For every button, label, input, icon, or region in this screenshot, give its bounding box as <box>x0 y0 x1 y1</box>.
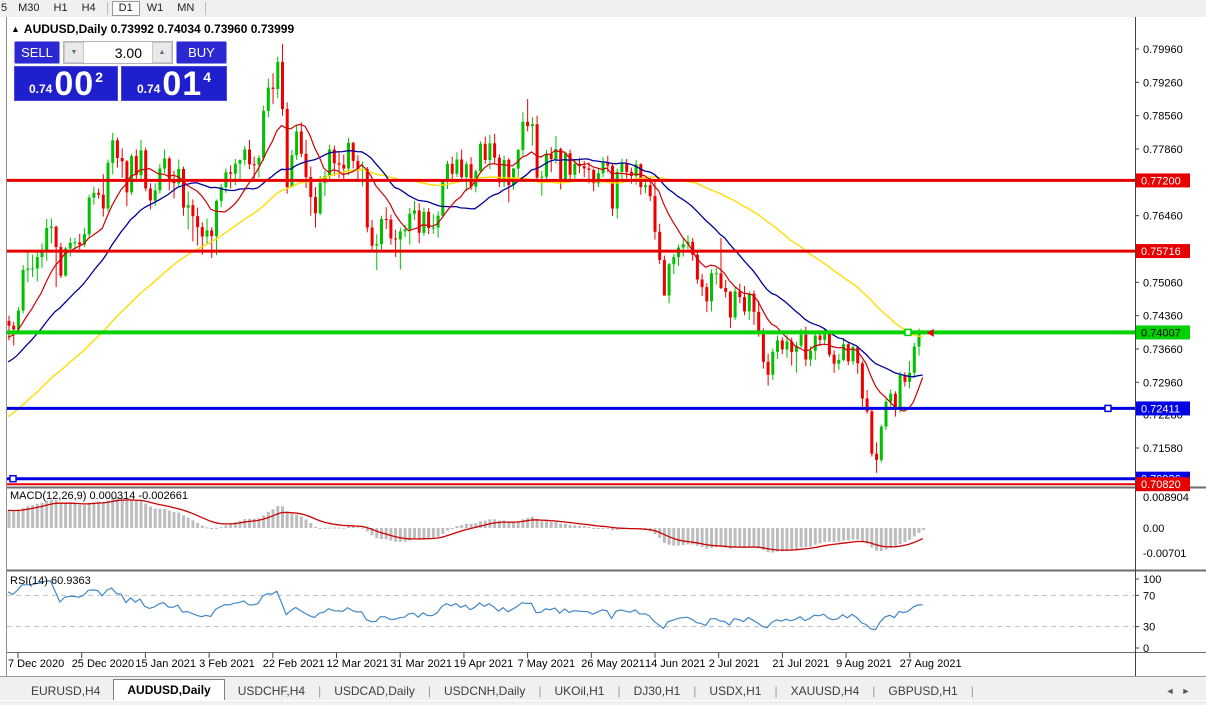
svg-text:0.78560: 0.78560 <box>1143 111 1183 123</box>
timeframe-button-h4[interactable]: H4 <box>75 1 103 16</box>
buy-price-prefix: 0.74 <box>137 82 160 96</box>
chart-title: ▲ AUDUSD,Daily 0.73992 0.74034 0.73960 0.… <box>11 22 294 36</box>
svg-text:30: 30 <box>1143 622 1155 634</box>
svg-text:22 Feb 2021: 22 Feb 2021 <box>263 658 325 670</box>
svg-text:0.008904: 0.008904 <box>1143 492 1189 504</box>
svg-text:0.79260: 0.79260 <box>1143 77 1183 89</box>
svg-text:70: 70 <box>1143 590 1155 602</box>
chart-tab-eurusd[interactable]: EURUSD,H4 <box>18 681 113 701</box>
svg-text:0.73660: 0.73660 <box>1143 344 1183 356</box>
volume-input[interactable]: 3.00 <box>84 42 152 63</box>
svg-text:26 May 2021: 26 May 2021 <box>581 658 645 670</box>
svg-text:19 Apr 2021: 19 Apr 2021 <box>454 658 513 670</box>
buy-price-display[interactable]: 0.74 01 4 <box>121 66 227 101</box>
toolbar-separator <box>205 2 206 15</box>
tab-scroll-right-icon[interactable]: ► <box>1178 681 1194 701</box>
price-chart: 0.79960 0.79260 0.78560 0.77860 0.76460 0.750… <box>0 17 1206 677</box>
chart-tab-bar: EURUSD,H4AUDUSD,DailyUSDCHF,H4 | USDCAD,Da… <box>0 676 1206 701</box>
svg-text:14 Jun 2021: 14 Jun 2021 <box>645 658 706 670</box>
svg-text:0: 0 <box>1143 643 1149 655</box>
tab-separator: | <box>971 681 974 701</box>
chart-tab-usdchf[interactable]: USDCHF,H4 <box>225 681 318 701</box>
svg-text:9 Aug 2021: 9 Aug 2021 <box>836 658 892 670</box>
timeframe-button-mn[interactable]: MN <box>170 1 201 16</box>
chart-tab-usdcnh[interactable]: USDCNH,Daily <box>431 681 538 701</box>
svg-text:2 Jul 2021: 2 Jul 2021 <box>709 658 760 670</box>
timeframe-toolbar: 5M30H1H4 D1W1MN <box>0 0 1206 18</box>
svg-text:100: 100 <box>1143 574 1161 586</box>
volume-decrease-icon[interactable]: ▼ <box>64 42 84 63</box>
chart-tab-usdx[interactable]: USDX,H1 <box>696 681 774 701</box>
svg-text:0.76460: 0.76460 <box>1143 211 1183 223</box>
svg-text:0.74360: 0.74360 <box>1143 311 1183 323</box>
svg-text:0.77200: 0.77200 <box>1141 175 1181 187</box>
svg-text:0.74007: 0.74007 <box>1141 327 1181 339</box>
svg-text:12 Mar 2021: 12 Mar 2021 <box>327 658 389 670</box>
svg-text:0.77860: 0.77860 <box>1143 144 1183 156</box>
volume-spinner: ▼ 3.00 ▲ <box>63 41 173 64</box>
timeframe-button-5[interactable]: 5 <box>0 1 11 16</box>
svg-text:27 Aug 2021: 27 Aug 2021 <box>900 658 962 670</box>
window-left-border <box>0 17 7 677</box>
buy-price-digits: 01 <box>162 69 202 99</box>
svg-text:0.70820: 0.70820 <box>1141 479 1181 491</box>
chart-tab-ukoil[interactable]: UKOil,H1 <box>541 681 617 701</box>
one-click-trade-panel: SELL ▼ 3.00 ▲ BUY 0.74 00 2 0.74 01 4 <box>14 41 227 101</box>
buy-button[interactable]: BUY <box>176 41 227 64</box>
svg-text:21 Jul 2021: 21 Jul 2021 <box>772 658 829 670</box>
svg-text:0.72960: 0.72960 <box>1143 377 1183 389</box>
svg-text:3 Feb 2021: 3 Feb 2021 <box>199 658 255 670</box>
macd-indicator-label: MACD(12,26,9) 0.000314 -0.002661 <box>10 490 188 502</box>
timeframe-button-w1[interactable]: W1 <box>140 1 171 16</box>
sell-price-prefix: 0.74 <box>29 82 52 96</box>
chart-tab-usdcad[interactable]: USDCAD,Daily <box>321 681 428 701</box>
svg-text:0.75060: 0.75060 <box>1143 277 1183 289</box>
svg-text:25 Dec 2020: 25 Dec 2020 <box>72 658 134 670</box>
svg-text:0.79960: 0.79960 <box>1143 44 1183 56</box>
status-strip <box>0 700 1206 705</box>
rsi-indicator-label: RSI(14) 60.9363 <box>10 575 91 587</box>
chart-title-text: AUDUSD,Daily 0.73992 0.74034 0.73960 0.7… <box>24 22 294 36</box>
sell-price-pip: 2 <box>95 69 103 85</box>
svg-text:7 Dec 2020: 7 Dec 2020 <box>8 658 64 670</box>
svg-text:31 Mar 2021: 31 Mar 2021 <box>390 658 452 670</box>
svg-text:-0.00701: -0.00701 <box>1143 548 1186 560</box>
chart-tab-audusd[interactable]: AUDUSD,Daily <box>113 679 224 701</box>
volume-increase-icon[interactable]: ▲ <box>152 42 172 63</box>
sell-price-digits: 00 <box>54 69 94 99</box>
collapse-arrow-icon[interactable]: ▲ <box>11 24 20 34</box>
chart-window: 0.79960 0.79260 0.78560 0.77860 0.76460 0.750… <box>0 17 1206 700</box>
svg-text:15 Jan 2021: 15 Jan 2021 <box>135 658 196 670</box>
chart-tab-dj30[interactable]: DJ30,H1 <box>621 681 694 701</box>
toolbar-separator <box>107 2 108 15</box>
timeframe-button-h1[interactable]: H1 <box>47 1 75 16</box>
timeframe-button-m30[interactable]: M30 <box>11 1 46 16</box>
svg-text:0.00: 0.00 <box>1143 523 1164 535</box>
svg-text:0.75716: 0.75716 <box>1141 246 1181 258</box>
chart-tab-xauusd[interactable]: XAUUSD,H4 <box>778 681 873 701</box>
svg-text:7 May 2021: 7 May 2021 <box>518 658 575 670</box>
svg-text:0.72411: 0.72411 <box>1141 403 1180 415</box>
sell-price-display[interactable]: 0.74 00 2 <box>14 66 118 101</box>
buy-price-pip: 4 <box>203 69 211 85</box>
svg-text:0.71580: 0.71580 <box>1143 443 1183 455</box>
sell-button[interactable]: SELL <box>14 41 60 64</box>
tab-scroll-left-icon[interactable]: ◄ <box>1162 681 1178 701</box>
chart-tab-gbpusd[interactable]: GBPUSD,H1 <box>875 681 970 701</box>
timeframe-button-d1[interactable]: D1 <box>112 1 140 16</box>
